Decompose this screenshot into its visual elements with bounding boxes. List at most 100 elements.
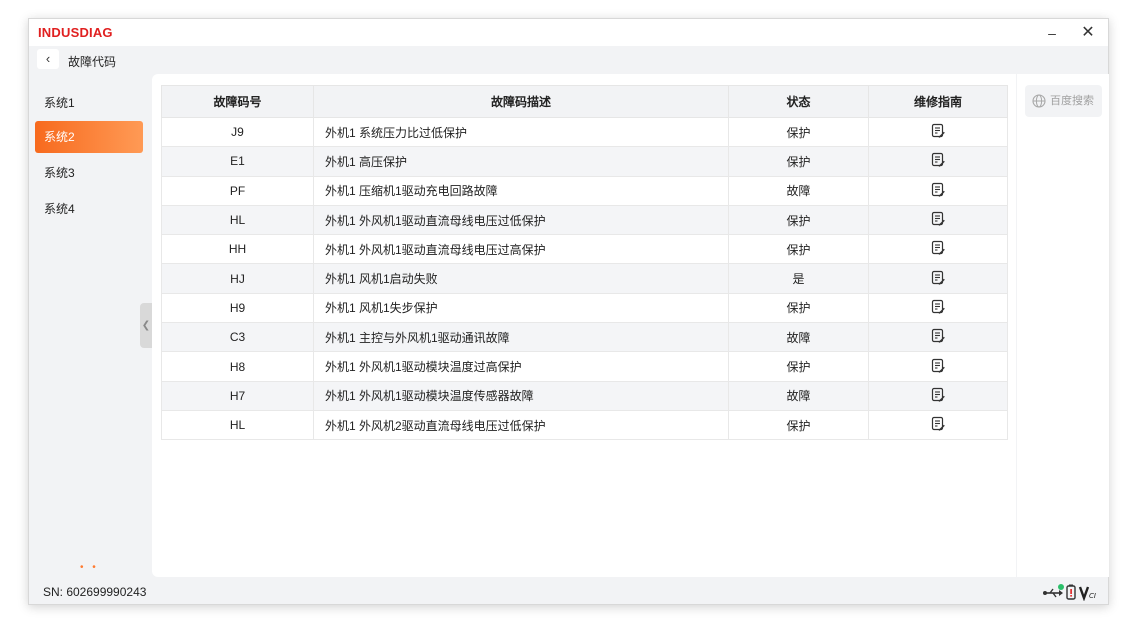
fault-code-cell: HJ (161, 263, 314, 294)
repair-guide-icon[interactable] (931, 240, 945, 258)
repair-guide-icon[interactable] (931, 152, 945, 170)
fault-desc-cell: 外机1 外风机2驱动直流母线电压过低保护 (313, 409, 729, 441)
fault-status-cell: 保护 (728, 292, 869, 324)
fault-code-cell: J9 (161, 116, 314, 148)
fault-desc-cell: 外机1 风机1失步保护 (313, 292, 729, 324)
fault-code-cell: H8 (161, 351, 314, 382)
fault-desc-cell: 外机1 外风机1驱动直流母线电压过低保护 (313, 204, 729, 236)
table-row[interactable]: PF 外机1 压缩机1驱动充电回路故障 故障 (161, 175, 1008, 206)
fault-code-cell: H9 (161, 292, 314, 324)
page-title: 故障代码 (68, 55, 117, 69)
collapse-sidebar-handle[interactable]: ❮ (140, 303, 152, 348)
fault-desc-cell: 外机1 外风机1驱动模块温度传感器故障 (313, 380, 729, 411)
fault-status-cell: 保护 (728, 146, 869, 177)
table-body: J9 外机1 系统压力比过低保护 保护 E1 外机1 高压保护 保护 PF 外机1 压缩机1驱… (161, 116, 1008, 441)
table-row[interactable]: H7 外机1 外风机1驱动模块温度传感器故障 故障 (161, 380, 1008, 411)
sidebar-item-system3[interactable]: 系统3 (35, 157, 143, 189)
repair-guide-cell (868, 322, 1008, 353)
repair-guide-icon[interactable] (931, 182, 945, 200)
fault-code-cell: PF (161, 175, 314, 206)
fault-desc-cell: 外机1 外风机1驱动直流母线电压过高保护 (313, 234, 729, 265)
fault-status-cell: 是 (728, 263, 869, 294)
fault-status-cell: 故障 (728, 380, 869, 411)
battery-icon (1066, 584, 1076, 600)
table-row[interactable]: HJ 外机1 风机1启动失败是 (161, 263, 1008, 294)
repair-guide-icon[interactable] (931, 387, 945, 405)
header-desc: 故障码描述 (313, 85, 729, 118)
header-status: 状态 (728, 85, 869, 118)
baidu-search-button[interactable]: 百度搜索 (1025, 85, 1102, 117)
table-row[interactable]: E1 外机1 高压保护 保护 (161, 146, 1008, 177)
fault-status-cell: 保护 (728, 409, 869, 441)
fault-status-cell: 故障 (728, 322, 869, 353)
table-row[interactable]: J9 外机1 系统压力比过低保护 保护 (161, 116, 1008, 148)
minimize-button[interactable]: – (1040, 22, 1064, 44)
fault-desc-cell: 外机1 外风机1驱动模块温度过高保护 (313, 351, 729, 382)
repair-guide-icon[interactable] (931, 416, 945, 434)
fault-code-cell: HL (161, 409, 314, 441)
repair-guide-cell (868, 292, 1008, 324)
status-icons: CI (1043, 584, 1096, 601)
brand-logo: INDUSDIAG (38, 25, 113, 40)
repair-guide-cell (868, 146, 1008, 177)
header-code: 故障码号 (161, 85, 314, 118)
fault-desc-cell: 外机1 风机1启动失败 (313, 263, 729, 294)
fault-status-cell: 保护 (728, 116, 869, 148)
repair-guide-icon[interactable] (931, 299, 945, 317)
sidebar: 系统1 系统2 系统3 系统4 • • (29, 74, 151, 577)
close-button[interactable]: ✕ (1076, 22, 1100, 44)
table-row[interactable]: H9 外机1 风机1失步保护 保护 (161, 292, 1008, 324)
fault-status-cell: 保护 (728, 234, 869, 265)
usb-icon (1043, 584, 1064, 598)
vci-icon: CI (1078, 586, 1096, 601)
sidebar-item-system2[interactable]: 系统2 (35, 121, 143, 153)
fault-code-cell: HL (161, 204, 314, 236)
table-row[interactable]: C3 外机1 主控与外风机1驱动通讯故障 故障 (161, 322, 1008, 353)
table-header-row: 故障码号 故障码描述 状态 维修指南 (161, 85, 1008, 118)
repair-guide-cell (868, 116, 1008, 148)
repair-guide-cell (868, 409, 1008, 441)
table-row[interactable]: H8 外机1 外风机1驱动模块温度过高保护 保护 (161, 351, 1008, 382)
table-row[interactable]: HL 外机1 外风机1驱动直流母线电压过低保护 保护 (161, 204, 1008, 236)
right-panel: 百度搜索 (1017, 74, 1109, 577)
fault-status-cell: 故障 (728, 175, 869, 206)
back-button[interactable]: ‹ (37, 49, 59, 69)
fault-desc-cell: 外机1 高压保护 (313, 146, 729, 177)
repair-guide-cell (868, 351, 1008, 382)
fault-desc-cell: 外机1 系统压力比过低保护 (313, 116, 729, 148)
fault-code-cell: C3 (161, 322, 314, 353)
fault-code-table: 故障码号 故障码描述 状态 维修指南 J9 外机1 系统压力比过低保护 保护 E1 外机… (161, 85, 1008, 441)
main-content: 故障码号 故障码描述 状态 维修指南 J9 外机1 系统压力比过低保护 保护 E1 外机… (152, 74, 1016, 577)
serial-number: SN: 602699990243 (43, 585, 147, 599)
globe-icon (1032, 94, 1046, 108)
header-guide: 维修指南 (868, 85, 1008, 118)
repair-guide-cell (868, 263, 1008, 294)
repair-guide-icon[interactable] (931, 358, 945, 376)
fault-desc-cell: 外机1 主控与外风机1驱动通讯故障 (313, 322, 729, 353)
sidebar-item-system1[interactable]: 系统1 (35, 87, 143, 119)
app-window: INDUSDIAG – ✕ ‹ 故障代码 系统1 系统2 系统3 系统4 • •… (28, 18, 1109, 605)
repair-guide-icon[interactable] (931, 211, 945, 229)
fault-code-cell: HH (161, 234, 314, 265)
svg-text:CI: CI (1089, 592, 1096, 600)
repair-guide-icon[interactable] (931, 123, 945, 141)
repair-guide-icon[interactable] (931, 328, 945, 346)
sidebar-item-system4[interactable]: 系统4 (35, 193, 143, 225)
repair-guide-cell (868, 234, 1008, 265)
repair-guide-cell (868, 380, 1008, 411)
repair-guide-cell (868, 175, 1008, 206)
fault-code-cell: H7 (161, 380, 314, 411)
nav-bar: ‹ 故障代码 (29, 46, 1108, 74)
fault-status-cell: 保护 (728, 351, 869, 382)
repair-guide-cell (868, 204, 1008, 236)
fault-code-cell: E1 (161, 146, 314, 177)
page-indicator-dots: • • (80, 562, 99, 573)
fault-desc-cell: 外机1 压缩机1驱动充电回路故障 (313, 175, 729, 206)
table-row[interactable]: HL 外机1 外风机2驱动直流母线电压过低保护 保护 (161, 409, 1008, 441)
fault-status-cell: 保护 (728, 204, 869, 236)
repair-guide-icon[interactable] (931, 270, 945, 288)
status-bar: SN: 602699990243 CI (29, 577, 1108, 605)
title-bar: INDUSDIAG – ✕ (29, 19, 1108, 46)
baidu-search-label: 百度搜索 (1050, 95, 1094, 107)
table-row[interactable]: HH 外机1 外风机1驱动直流母线电压过高保护 保护 (161, 234, 1008, 265)
